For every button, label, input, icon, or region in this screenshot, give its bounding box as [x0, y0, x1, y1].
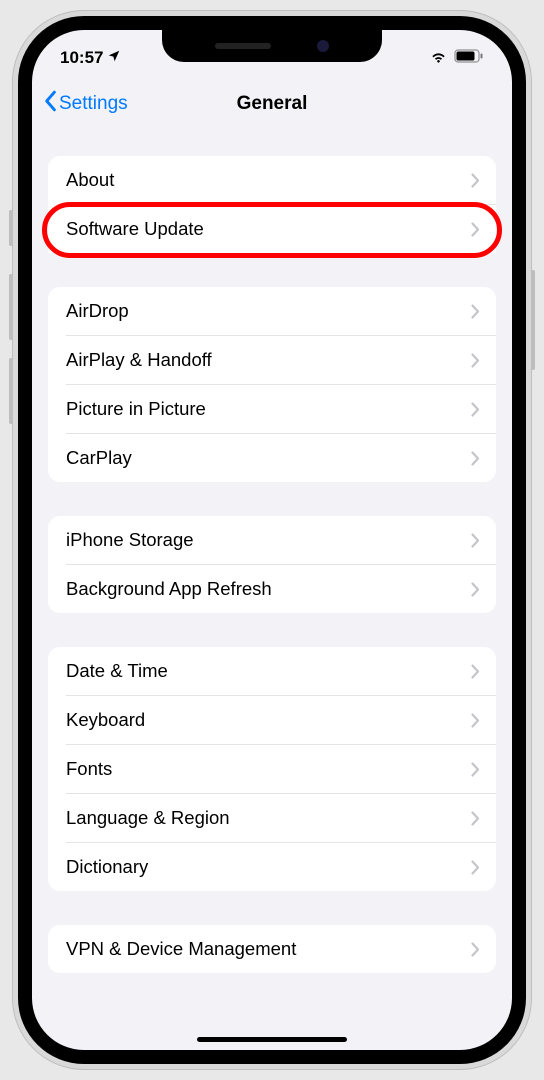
screen: 10:57 [32, 30, 512, 1050]
chevron-right-icon [471, 582, 480, 597]
settings-group: AirDrop AirPlay & Handoff Picture in Pictu… [48, 287, 496, 482]
settings-row[interactable]: Date & Time [48, 647, 496, 695]
volume-down [9, 358, 13, 424]
settings-row-label: Fonts [66, 758, 112, 780]
settings-row-label: Language & Region [66, 807, 230, 829]
phone-frame: 10:57 [12, 10, 532, 1070]
right-side-buttons [531, 270, 535, 400]
settings-row[interactable]: About [48, 156, 496, 204]
settings-row[interactable]: AirDrop [48, 287, 496, 335]
power-button [531, 270, 535, 370]
chevron-right-icon [471, 942, 480, 957]
nav-bar: Settings General [32, 80, 512, 128]
status-left: 10:57 [60, 48, 121, 68]
settings-row-label: Keyboard [66, 709, 145, 731]
chevron-right-icon [471, 811, 480, 826]
settings-row[interactable]: VPN & Device Management [48, 925, 496, 973]
settings-row-label: VPN & Device Management [66, 938, 296, 960]
settings-row-label: Picture in Picture [66, 398, 206, 420]
chevron-right-icon [471, 402, 480, 417]
settings-group: Date & Time Keyboard Fonts Language & Regio… [48, 647, 496, 891]
settings-row-label: Software Update [66, 218, 204, 240]
wifi-icon [429, 48, 448, 68]
settings-row[interactable]: Picture in Picture [48, 385, 496, 433]
settings-row[interactable]: AirPlay & Handoff [48, 336, 496, 384]
chevron-right-icon [471, 762, 480, 777]
settings-group: About Software Update [48, 156, 496, 253]
chevron-right-icon [471, 664, 480, 679]
battery-icon [454, 48, 484, 68]
status-right [429, 48, 484, 68]
mute-switch [9, 210, 13, 246]
settings-content[interactable]: About Software Update AirDrop AirPlay & Han… [32, 128, 512, 1036]
settings-group: VPN & Device Management [48, 925, 496, 973]
settings-row-label: iPhone Storage [66, 529, 194, 551]
settings-row[interactable]: iPhone Storage [48, 516, 496, 564]
page-title: General [237, 93, 308, 115]
settings-row-label: AirPlay & Handoff [66, 349, 212, 371]
location-icon [107, 48, 121, 68]
settings-row[interactable]: CarPlay [48, 434, 496, 482]
chevron-right-icon [471, 451, 480, 466]
home-indicator[interactable] [197, 1037, 347, 1042]
chevron-right-icon [471, 860, 480, 875]
front-camera [317, 40, 329, 52]
phone-bezel: 10:57 [18, 16, 526, 1064]
settings-group: iPhone Storage Background App Refresh [48, 516, 496, 613]
chevron-right-icon [471, 304, 480, 319]
settings-row[interactable]: Dictionary [48, 843, 496, 891]
left-side-buttons [9, 210, 13, 442]
back-button[interactable]: Settings [42, 90, 128, 118]
speaker [215, 43, 271, 49]
volume-up [9, 274, 13, 340]
chevron-left-icon [42, 90, 58, 118]
settings-row[interactable]: Fonts [48, 745, 496, 793]
settings-row-label: AirDrop [66, 300, 129, 322]
chevron-right-icon [471, 173, 480, 188]
back-label: Settings [59, 93, 128, 115]
notch [162, 30, 382, 62]
settings-row[interactable]: Language & Region [48, 794, 496, 842]
chevron-right-icon [471, 713, 480, 728]
settings-row-label: Background App Refresh [66, 578, 272, 600]
chevron-right-icon [471, 353, 480, 368]
settings-row-label: About [66, 169, 114, 191]
settings-row[interactable]: Background App Refresh [48, 565, 496, 613]
chevron-right-icon [471, 222, 480, 237]
settings-row[interactable]: Software Update [48, 205, 496, 253]
settings-row-label: Dictionary [66, 856, 148, 878]
settings-row[interactable]: Keyboard [48, 696, 496, 744]
chevron-right-icon [471, 533, 480, 548]
clock: 10:57 [60, 48, 103, 68]
settings-row-label: Date & Time [66, 660, 168, 682]
settings-row-label: CarPlay [66, 447, 132, 469]
